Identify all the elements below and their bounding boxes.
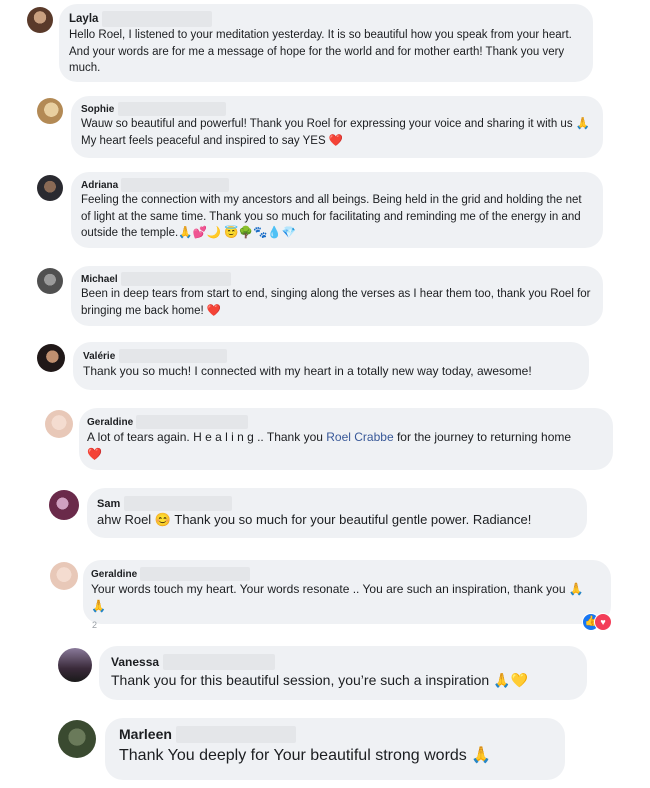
comment-text: ahw Roel 😊 Thank you so much for your be… <box>97 512 532 528</box>
avatar[interactable] <box>37 268 63 294</box>
redacted-name <box>118 348 227 363</box>
avatar[interactable] <box>45 410 73 438</box>
commenter-name[interactable]: Marleen <box>119 726 172 742</box>
avatar[interactable] <box>58 648 92 682</box>
avatar[interactable] <box>49 490 79 520</box>
comment-text-cont: ❤️ <box>87 447 102 462</box>
comment-bubble: Sam ahw Roel 😊 Thank you so much for you… <box>87 488 587 538</box>
comment-bubble: Valérie Thank you so much! I connected w… <box>73 342 589 390</box>
comment-bubble: Vanessa Thank you for this beautiful ses… <box>99 646 587 700</box>
comment-text: Your words touch my heart. Your words re… <box>91 581 584 596</box>
redacted-name <box>117 102 226 116</box>
comment-text: Wauw so beautiful and powerful! Thank yo… <box>81 118 591 147</box>
comment-text: A lot of tears again. H e a l i n g .. T… <box>87 429 572 444</box>
redacted-name <box>162 654 275 671</box>
commenter-name[interactable]: Geraldine <box>87 417 133 428</box>
avatar[interactable] <box>37 175 63 201</box>
comment-bubble: Marleen Thank You deeply for Your beauti… <box>105 718 565 780</box>
comment-bubble: Adriana Feeling the connection with my a… <box>71 172 603 248</box>
avatar[interactable] <box>50 562 78 590</box>
reaction-count[interactable]: 2 <box>92 620 97 630</box>
redacted-name <box>176 726 297 744</box>
comment-text: Thank you for this beautiful session, yo… <box>111 672 528 689</box>
commenter-name[interactable]: Layla <box>69 13 98 25</box>
comment-bubble: Layla Hello Roel, I listened to your med… <box>59 4 593 82</box>
comment-text: Thank You deeply for Your beautiful stro… <box>119 747 492 764</box>
avatar[interactable] <box>37 98 63 124</box>
avatar[interactable] <box>27 7 53 33</box>
commenter-name[interactable]: Sophie <box>81 104 114 115</box>
commenter-name[interactable]: Vanessa <box>111 655 159 669</box>
commenter-name[interactable]: Michael <box>81 274 118 285</box>
redacted-name <box>136 414 249 429</box>
avatar[interactable] <box>37 344 65 372</box>
comment-bubble: Michael Been in deep tears from start to… <box>71 266 603 326</box>
redacted-name <box>121 178 230 192</box>
comment-text: Been in deep tears from start to end, si… <box>81 288 591 317</box>
redacted-name <box>123 496 232 512</box>
commenter-name[interactable]: Valérie <box>83 351 115 362</box>
comment-bubble: Geraldine Your words touch my heart. You… <box>83 560 611 624</box>
commenter-name[interactable]: Sam <box>97 498 120 510</box>
comment-text: Hello Roel, I listened to your meditatio… <box>69 29 572 75</box>
redacted-name <box>101 11 212 27</box>
comment-text: Feeling the connection with my ancestors… <box>81 194 582 240</box>
commenter-name[interactable]: Adriana <box>81 180 118 191</box>
comment-text: Thank you so much! I connected with my h… <box>83 363 532 378</box>
love-icon: ♥ <box>594 613 612 631</box>
comment-bubble: Geraldine A lot of tears again. H e a l … <box>79 408 613 470</box>
commenter-name[interactable]: Geraldine <box>91 569 137 580</box>
mention-link[interactable]: Roel Crabbe <box>326 430 393 444</box>
redacted-name <box>120 272 231 286</box>
comment-bubble: Sophie Wauw so beautiful and powerful! T… <box>71 96 603 158</box>
reaction-icons[interactable]: 👍 ♥ <box>582 613 612 631</box>
avatar[interactable] <box>58 720 96 758</box>
comment-text-cont: 🙏 <box>91 599 106 614</box>
redacted-name <box>140 566 251 581</box>
